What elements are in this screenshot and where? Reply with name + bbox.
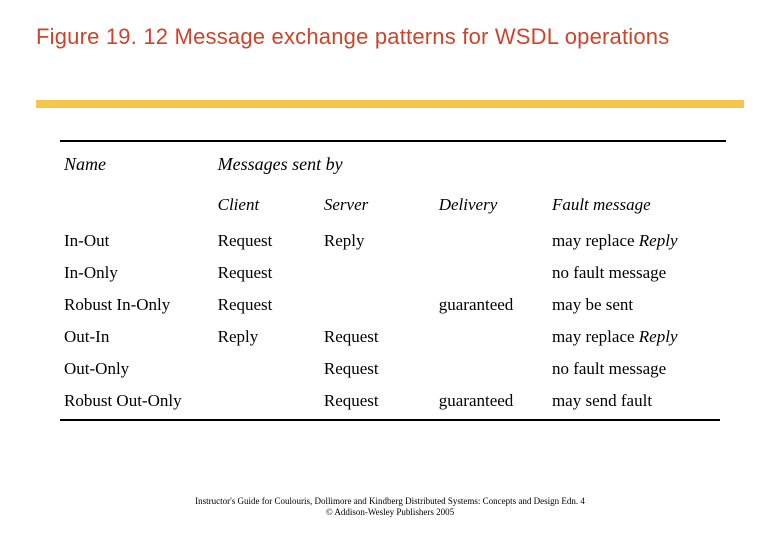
figure-title: Figure 19. 12 Message exchange patterns …	[36, 24, 669, 50]
cell-server: Request	[320, 353, 435, 385]
cell-name: In-Only	[60, 257, 214, 289]
cell-client: Request	[214, 289, 320, 321]
fault-text: may be sent	[552, 295, 633, 314]
fault-text: may replace	[552, 231, 639, 250]
cell-delivery	[435, 321, 548, 353]
cell-name: Out-In	[60, 321, 214, 353]
footer-line-1: Instructor's Guide for Coulouris, Dollim…	[0, 496, 780, 507]
table-row: Out-In Reply Request may replace Reply	[60, 321, 720, 353]
cell-client: Reply	[214, 321, 320, 353]
fault-text: may send fault	[552, 391, 652, 410]
col-header-blank	[60, 189, 214, 225]
fault-italic: Reply	[639, 231, 678, 250]
table-header-row-1: Name Messages sent by	[60, 148, 720, 189]
cell-delivery: guaranteed	[435, 385, 548, 417]
mep-table-wrap: Name Messages sent by Client Server Deli…	[60, 140, 720, 421]
col-header-name: Name	[60, 148, 214, 189]
table-row: Out-Only Request no fault message	[60, 353, 720, 385]
cell-fault: may replace Reply	[548, 225, 720, 257]
cell-name: Out-Only	[60, 353, 214, 385]
cell-delivery	[435, 225, 548, 257]
cell-client	[214, 353, 320, 385]
table-header-row-2: Client Server Delivery Fault message	[60, 189, 720, 225]
cell-fault: may be sent	[548, 289, 720, 321]
cell-client	[214, 385, 320, 417]
table-row: In-Only Request no fault message	[60, 257, 720, 289]
cell-server: Request	[320, 321, 435, 353]
cell-delivery: guaranteed	[435, 289, 548, 321]
fault-text: may replace	[552, 327, 639, 346]
slide-footer: Instructor's Guide for Coulouris, Dollim…	[0, 496, 780, 519]
cell-delivery	[435, 257, 548, 289]
footer-line-2: © Addison-Wesley Publishers 2005	[0, 507, 780, 518]
cell-server	[320, 257, 435, 289]
col-header-messages: Messages sent by	[214, 148, 720, 189]
cell-client: Request	[214, 225, 320, 257]
table-row: In-Out Request Reply may replace Reply	[60, 225, 720, 257]
fault-text: no fault message	[552, 359, 666, 378]
cell-server	[320, 289, 435, 321]
cell-server: Request	[320, 385, 435, 417]
cell-client: Request	[214, 257, 320, 289]
cell-name: Robust In-Only	[60, 289, 214, 321]
col-header-server: Server	[320, 189, 435, 225]
table-row: Robust Out-Only Request guaranteed may s…	[60, 385, 720, 417]
fault-italic: Reply	[639, 327, 678, 346]
cell-fault: no fault message	[548, 257, 720, 289]
col-header-fault: Fault message	[548, 189, 720, 225]
title-underline	[36, 100, 744, 108]
cell-name: Robust Out-Only	[60, 385, 214, 417]
cell-server: Reply	[320, 225, 435, 257]
mep-table: Name Messages sent by Client Server Deli…	[60, 148, 720, 417]
col-header-client: Client	[214, 189, 320, 225]
cell-fault: may replace Reply	[548, 321, 720, 353]
cell-fault: no fault message	[548, 353, 720, 385]
table-rule-top	[60, 140, 720, 142]
table-rule-top-extra	[676, 140, 726, 142]
cell-delivery	[435, 353, 548, 385]
cell-name: In-Out	[60, 225, 214, 257]
table-rule-bottom	[60, 419, 720, 421]
slide: Figure 19. 12 Message exchange patterns …	[0, 0, 780, 540]
col-header-delivery: Delivery	[435, 189, 548, 225]
fault-text: no fault message	[552, 263, 666, 282]
cell-fault: may send fault	[548, 385, 720, 417]
table-row: Robust In-Only Request guaranteed may be…	[60, 289, 720, 321]
